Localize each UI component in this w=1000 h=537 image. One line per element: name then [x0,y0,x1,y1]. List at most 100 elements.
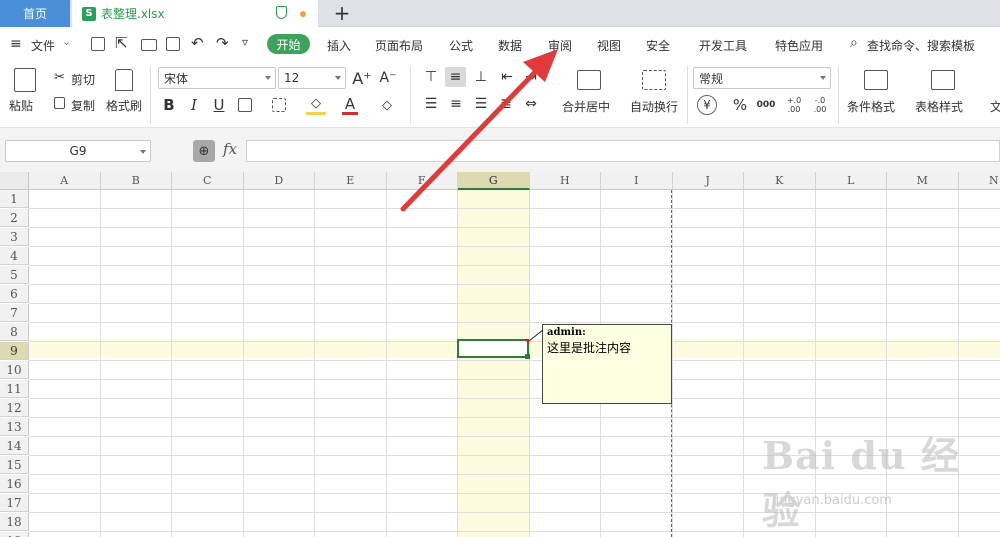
merge-center-icon[interactable] [577,70,601,90]
column-header-d[interactable]: D [243,172,315,190]
font-grow-button[interactable]: A⁺ [352,67,372,89]
menu-formula[interactable]: 公式 [449,37,473,54]
align-middle-icon[interactable]: ≡ [445,67,466,87]
cut-button[interactable]: 剪切 [71,71,95,88]
copy-icon[interactable] [54,97,65,109]
merge-center-button[interactable]: 合并居中 [562,98,610,115]
print-icon[interactable] [141,39,157,51]
customize-chevron-icon[interactable]: ▿ [242,35,248,49]
row-header-14[interactable]: 14 [0,437,29,455]
underline-button[interactable]: U [210,95,228,115]
overflow-label[interactable]: 文 [990,98,1000,115]
chevron-down-icon[interactable]: ⌄ [62,35,71,48]
format-painter-button[interactable]: 格式刷 [106,97,142,114]
format-painter-icon[interactable] [115,69,133,91]
column-header-i[interactable]: I [601,172,673,190]
row-header-7[interactable]: 7 [0,304,29,322]
row-header-19[interactable]: 19 [0,532,29,537]
menu-review[interactable]: 审阅 [548,37,572,54]
conditional-format-button[interactable]: 条件格式 [847,98,895,115]
comment-box[interactable]: admin: 这里是批注内容 [542,324,672,404]
redo-icon[interactable]: ↷ [216,34,229,52]
column-header-j[interactable]: J [672,172,744,190]
row-header-12[interactable]: 12 [0,399,29,417]
column-header-g[interactable]: G [458,172,530,190]
fill-pattern-icon[interactable] [272,98,286,112]
decrease-decimal-button[interactable]: -.0 .00 [809,93,831,117]
formula-input[interactable] [246,140,1000,162]
search-commands[interactable]: 查找命令、搜索模板 [867,37,975,54]
justify-icon[interactable]: ≣ [497,95,515,113]
italic-button[interactable]: I [185,95,203,115]
align-right-icon[interactable]: ☰ [472,95,490,113]
column-header-h[interactable]: H [529,172,601,190]
fill-color-icon[interactable]: ◇ [306,95,326,115]
fill-handle[interactable] [525,354,530,359]
copy-button[interactable]: 复制 [71,97,95,114]
column-header-l[interactable]: L [815,172,887,190]
column-header-k[interactable]: K [744,172,816,190]
wrap-text-icon[interactable] [642,70,666,90]
export-icon[interactable]: ⇱ [115,34,128,52]
row-header-3[interactable]: 3 [0,228,29,246]
zoom-formula-icon[interactable]: ⊕ [193,140,215,162]
table-style-button[interactable]: 表格样式 [915,98,963,115]
fx-label[interactable]: fx [223,140,237,158]
column-header-c[interactable]: C [172,172,244,190]
font-shrink-button[interactable]: A⁻ [378,67,398,89]
row-header-18[interactable]: 18 [0,513,29,531]
align-bottom-icon[interactable]: ⊥ [472,68,490,86]
row-header-13[interactable]: 13 [0,418,29,436]
row-header-16[interactable]: 16 [0,475,29,493]
paste-button[interactable]: 粘贴 [9,97,33,114]
menu-data[interactable]: 数据 [498,37,522,54]
tab-file[interactable]: S 表整理.xlsx [72,0,318,27]
table-style-icon[interactable] [931,70,955,90]
number-format-select[interactable]: 常规 [693,67,831,89]
border-icon[interactable] [238,98,252,112]
chevron-down-icon[interactable] [140,150,146,154]
row-header-8[interactable]: 8 [0,323,29,341]
menu-view[interactable]: 视图 [597,37,621,54]
align-center-icon[interactable]: ≡ [447,95,465,113]
menu-page-layout[interactable]: 页面布局 [375,37,423,54]
font-color-button[interactable]: A [342,95,358,115]
row-header-5[interactable]: 5 [0,266,29,284]
tab-home[interactable]: 首页 [0,0,70,27]
align-top-icon[interactable]: ⊤ [422,68,440,86]
auto-wrap-button[interactable]: 自动换行 [630,98,678,115]
hamburger-icon[interactable]: ≡ [10,36,22,52]
column-header-n[interactable]: N [958,172,1000,190]
align-left-icon[interactable]: ☰ [422,95,440,113]
column-header-e[interactable]: E [315,172,387,190]
conditional-format-icon[interactable] [864,70,888,90]
clear-icon[interactable]: ◇ [378,95,396,115]
row-header-4[interactable]: 4 [0,247,29,265]
row-header-1[interactable]: 1 [0,190,29,208]
column-header-m[interactable]: M [887,172,959,190]
decrease-indent-icon[interactable]: ⇤ [498,68,516,86]
name-box[interactable]: G9 [5,140,151,162]
column-header-b[interactable]: B [100,172,172,190]
row-header-17[interactable]: 17 [0,494,29,512]
save-icon[interactable] [91,37,105,51]
row-header-15[interactable]: 15 [0,456,29,474]
menu-insert[interactable]: 插入 [327,37,351,54]
row-header-10[interactable]: 10 [0,361,29,379]
active-cell-g9[interactable] [457,339,529,358]
column-header-a[interactable]: A [29,172,101,190]
font-size-select[interactable]: 12 [278,67,346,89]
increase-decimal-button[interactable]: +.0 .00 [783,93,805,117]
cut-icon[interactable]: ✂ [54,70,65,85]
currency-button[interactable]: ¥ [697,95,717,115]
new-tab-button[interactable]: + [330,1,354,25]
paste-icon[interactable] [14,68,36,92]
font-name-select[interactable]: 宋体 [158,67,276,89]
print-preview-icon[interactable] [166,37,180,51]
menu-security[interactable]: 安全 [646,37,670,54]
menu-special[interactable]: 特色应用 [775,37,823,54]
column-header-f[interactable]: F [386,172,458,190]
undo-icon[interactable]: ↶ [191,34,204,52]
increase-indent-icon[interactable]: ⇥ [522,68,540,86]
search-icon[interactable]: ⌕ [850,35,858,51]
